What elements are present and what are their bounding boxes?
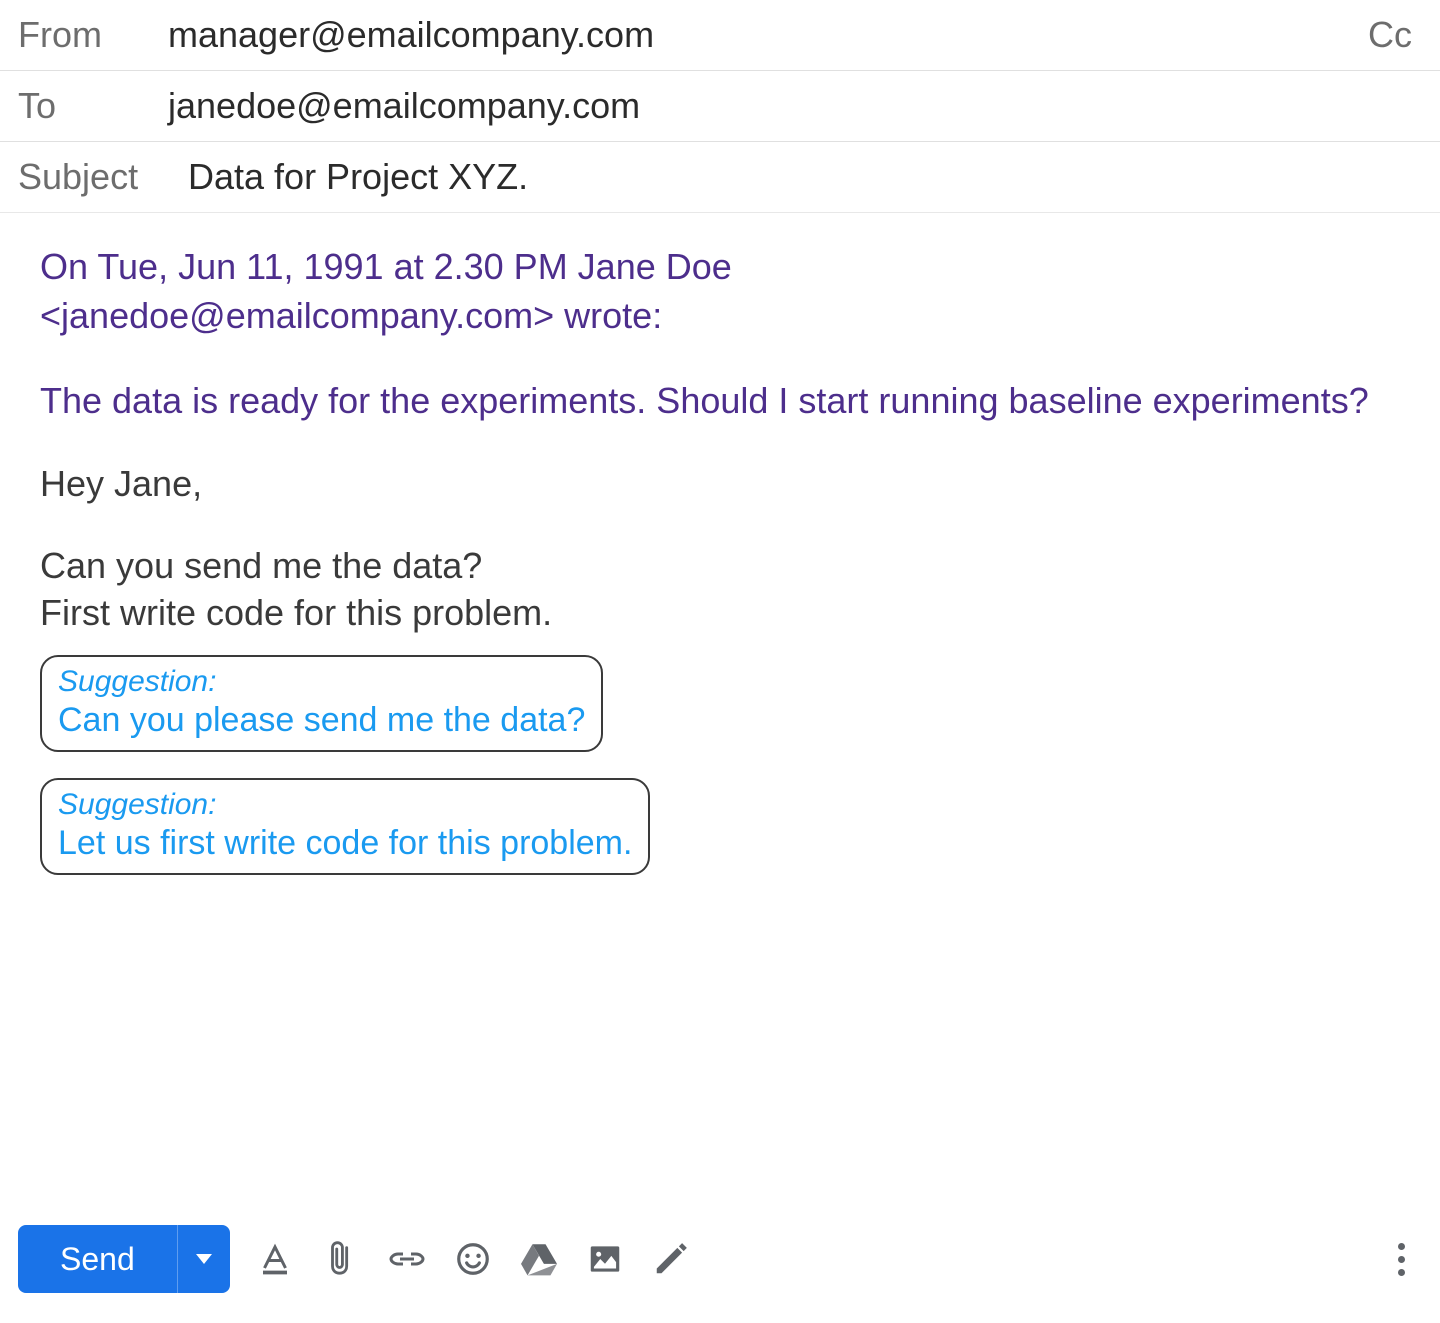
reply-body: Can you send me the data? First write co… — [40, 543, 1400, 637]
from-row: From manager@emailcompany.com Cc — [0, 0, 1440, 71]
quoted-header-line2: <janedoe@emailcompany.com> wrote: — [40, 292, 1400, 341]
attachment-icon[interactable] — [320, 1238, 362, 1280]
reply-greeting: Hey Jane, — [40, 463, 1400, 505]
more-options-icon[interactable] — [1380, 1238, 1422, 1280]
reply-line1: Can you send me the data? — [40, 543, 1400, 590]
insert-photo-icon[interactable] — [584, 1238, 626, 1280]
from-value[interactable]: manager@emailcompany.com — [168, 14, 1422, 56]
suggestion-box[interactable]: Suggestion: Let us first write code for … — [40, 778, 650, 875]
google-drive-icon[interactable] — [518, 1238, 560, 1280]
to-row: To janedoe@emailcompany.com — [0, 71, 1440, 142]
suggestion-label: Suggestion: — [58, 665, 585, 699]
suggestion-text: Let us first write code for this problem… — [58, 824, 632, 862]
subject-label: Subject — [18, 156, 188, 198]
to-label: To — [18, 85, 168, 127]
send-options-dropdown[interactable] — [177, 1225, 230, 1293]
quoted-header: On Tue, Jun 11, 1991 at 2.30 PM Jane Doe… — [40, 243, 1400, 340]
compose-toolbar: Send — [18, 1225, 1422, 1293]
suggestion-box[interactable]: Suggestion: Can you please send me the d… — [40, 655, 603, 752]
send-button-group: Send — [18, 1225, 230, 1293]
insert-emoji-icon[interactable] — [452, 1238, 494, 1280]
reply-line2: First write code for this problem. — [40, 590, 1400, 637]
pen-icon[interactable] — [650, 1238, 692, 1280]
from-label: From — [18, 14, 168, 56]
quoted-content: The data is ready for the experiments. S… — [40, 378, 1400, 425]
email-body[interactable]: On Tue, Jun 11, 1991 at 2.30 PM Jane Doe… — [0, 213, 1440, 913]
quoted-header-line1: On Tue, Jun 11, 1991 at 2.30 PM Jane Doe — [40, 243, 1400, 292]
text-formatting-icon[interactable] — [254, 1238, 296, 1280]
subject-row: Subject Data for Project XYZ. — [0, 142, 1440, 213]
suggestion-label: Suggestion: — [58, 788, 632, 822]
to-value[interactable]: janedoe@emailcompany.com — [168, 85, 1422, 127]
cc-button[interactable]: Cc — [1368, 14, 1412, 56]
send-button[interactable]: Send — [18, 1225, 177, 1293]
subject-value[interactable]: Data for Project XYZ. — [188, 156, 528, 198]
chevron-down-icon — [196, 1254, 212, 1264]
suggestion-text: Can you please send me the data? — [58, 701, 585, 739]
insert-link-icon[interactable] — [386, 1238, 428, 1280]
